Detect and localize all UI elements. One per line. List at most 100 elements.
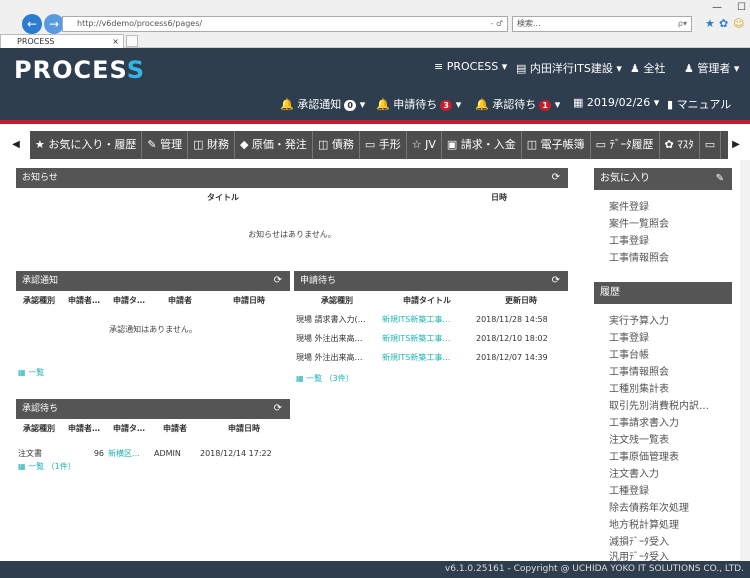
refresh-icon[interactable]: ⟳ — [552, 271, 560, 291]
favorite-item[interactable]: 案件登録 — [609, 198, 649, 213]
search-icon[interactable]: ρ▾ — [678, 17, 687, 31]
edit-icon[interactable]: ✎ — [716, 168, 724, 190]
approval-wait-count: 1 — [539, 100, 552, 111]
footer: v6.1.0.25161 - Copyright @ UCHIDA YOKO I… — [0, 561, 750, 578]
refresh-icon[interactable]: - ♂ — [490, 17, 503, 31]
database-icon: ≡ — [434, 60, 444, 73]
favorites-panel: お気に入り ✎ — [594, 168, 732, 190]
manual-link[interactable]: ▮ マニュアル — [667, 96, 731, 112]
history-item[interactable]: 減損ﾃﾞｰﾀ受入 — [609, 533, 669, 548]
table-row[interactable]: 現場 請求書入力(… 新規ITS新築工事… 2018/11/28 14:58 — [294, 310, 568, 329]
approval-notice-empty: 承認通知はありません。 — [109, 325, 197, 334]
scrollbar[interactable] — [740, 160, 750, 561]
requesting-list-link[interactable]: ▦ 一覧 （3件） — [296, 373, 354, 384]
smiley-icon[interactable]: ☺ — [733, 17, 744, 30]
menu-more[interactable]: ▭ — [700, 131, 722, 159]
history-item[interactable]: 工事登録 — [609, 329, 649, 344]
history-item[interactable]: 工事請求書入力 — [609, 414, 679, 429]
history-panel: 履歴 — [594, 282, 732, 304]
col-applicant: 申請者 — [163, 424, 187, 433]
company-select[interactable]: ▤ 内田洋行ITS建設 ▾ — [516, 60, 622, 76]
date-select[interactable]: ▦ 2019/02/26 ▾ — [573, 96, 659, 109]
history-item[interactable]: 工事情報照会 — [609, 363, 669, 378]
browser-chrome: — ☐ ✕ ← → http://v6demo/process6/pages/-… — [0, 0, 750, 48]
favorite-item[interactable]: 工事情報照会 — [609, 249, 669, 264]
history-item[interactable]: 工事台帳 — [609, 346, 649, 361]
menu-invoice[interactable]: ▣ 請求・入金 — [442, 131, 522, 159]
tab-close-icon[interactable]: × — [112, 35, 119, 48]
menu-favorites[interactable]: ★ お気に入り・履歴 — [30, 131, 143, 159]
forward-button[interactable]: → — [44, 14, 64, 34]
menu-master[interactable]: ✿ ﾏｽﾀ — [660, 131, 700, 159]
history-item[interactable]: 注文書入力 — [609, 465, 659, 480]
menu-scroll-right[interactable]: ▶ — [726, 131, 746, 159]
user-icon: ♟ — [684, 62, 694, 75]
history-item[interactable]: 除去債務年次処理 — [609, 499, 689, 514]
col-applicant-id: 申請者… — [68, 296, 100, 305]
table-row[interactable]: 注文書 96 新横区… ADMIN 2018/12/14 17:22 — [16, 438, 290, 463]
approval-notice-list-link[interactable]: ▦ 一覧 — [18, 367, 44, 378]
history-item[interactable]: 注文残一覧表 — [609, 431, 669, 446]
menu-finance[interactable]: ◫ 財務 — [188, 131, 235, 159]
menu-debt[interactable]: ◫ 債務 — [313, 131, 360, 159]
approval-notice-menu[interactable]: 🔔 承認通知 0 ▾ — [280, 96, 365, 112]
new-tab-button[interactable] — [126, 35, 138, 47]
home-icon[interactable]: ★ — [705, 17, 715, 30]
approval-wait-menu[interactable]: 🔔 承認待ち 1 ▾ — [475, 96, 560, 112]
table-row[interactable]: 現場 外注出来高… 新規ITS新築工事… 2018/12/10 18:02 — [294, 329, 568, 348]
menu-jv[interactable]: ☆ JV — [407, 131, 442, 159]
refresh-icon[interactable]: ⟳ — [274, 399, 282, 419]
logo: PROCESS — [14, 56, 145, 84]
app-header: PROCESS ≡ PROCESS ▾ ▤ 内田洋行ITS建設 ▾ ♟ 全社 ♟… — [0, 48, 750, 120]
main-menu-bar: ◀ ★ お気に入り・履歴 ✎ 管理 ◫ 財務 ◆ 原価・発注 ◫ 債務 ▭ 手形… — [0, 131, 750, 161]
system-select[interactable]: ≡ PROCESS ▾ — [434, 60, 507, 73]
building-icon: ▤ — [516, 62, 527, 75]
history-item[interactable]: 工種別集計表 — [609, 380, 669, 395]
address-bar[interactable]: http://v6demo/process6/pages/ - ♂ — [62, 16, 508, 32]
scope-select[interactable]: ♟ 全社 — [630, 60, 665, 76]
gear-icon[interactable]: ✿ — [719, 17, 728, 30]
col-app-date: 申請日時 — [228, 424, 260, 433]
requesting-menu[interactable]: 🔔 申請待ち 3 ▾ — [376, 96, 461, 112]
table-row[interactable]: 現場 外注出来高… 新規ITS新築工事… 2018/12/07 14:39 — [294, 348, 568, 367]
menu-cost-order[interactable]: ◆ 原価・発注 — [235, 131, 313, 159]
history-item[interactable]: 工種登録 — [609, 482, 649, 497]
favorites-title: お気に入り — [600, 173, 650, 184]
browser-tab[interactable]: PROCESS × — [0, 34, 124, 48]
notice-panel: お知らせ ⟳ タイトル 日時 お知らせはありません。 — [16, 168, 568, 258]
col-title: タイトル — [207, 193, 239, 202]
user-menu[interactable]: ♟ 管理者 ▾ — [684, 60, 739, 76]
menu-bill[interactable]: ▭ 手形 — [360, 131, 407, 159]
col-updated: 更新日時 — [505, 296, 537, 305]
history-item[interactable]: 工事原価管理表 — [609, 448, 679, 463]
col-type: 承認種別 — [321, 296, 353, 305]
approval-wait-panel: 承認待ち ⟳ 承認種別 申請者… 申請タ… 申請者 申請日時 注文書 96 新横区… — [16, 399, 290, 479]
menu-admin[interactable]: ✎ 管理 — [142, 131, 189, 159]
col-type: 承認種別 — [23, 424, 55, 433]
history-item[interactable]: 地方税計算処理 — [609, 516, 679, 531]
back-button[interactable]: ← — [22, 14, 42, 34]
menu-e-ledger[interactable]: ◫ 電子帳簿 — [522, 131, 591, 159]
maximize-button[interactable]: ☐ — [737, 2, 746, 13]
menu-scroll-left[interactable]: ◀ — [6, 131, 26, 159]
approval-notice-panel: 承認通知 ⟳ 承認種別 申請者… 申請タ… 申請者 申請日時 承認通知はありません… — [16, 271, 290, 383]
minimize-button[interactable]: — — [712, 2, 722, 13]
favorite-item[interactable]: 案件一覧照会 — [609, 215, 669, 230]
approval-wait-title: 承認待ち — [22, 404, 59, 414]
history-item[interactable]: 実行予算入力 — [609, 312, 669, 327]
search-placeholder: 検索... — [517, 19, 541, 28]
col-datetime: 日時 — [491, 193, 507, 202]
refresh-icon[interactable]: ⟳ — [552, 168, 560, 188]
favorite-item[interactable]: 工事登録 — [609, 232, 649, 247]
approval-notice-count: 0 — [344, 100, 357, 111]
history-item[interactable]: 取引先別消費税内訳… — [609, 397, 709, 412]
col-applicant-id: 申請者… — [68, 424, 100, 433]
requesting-panel: 申請待ち ⟳ 承認種別 申請タイトル 更新日時 現場 請求書入力(… 新規ITS新築… — [294, 271, 568, 391]
approval-wait-list-link[interactable]: ▦ 一覧 （1件） — [18, 461, 76, 472]
menu-data-history[interactable]: ▭ ﾃﾞｰﾀ履歴 — [591, 131, 660, 159]
requesting-title: 申請待ち — [300, 276, 337, 286]
refresh-icon[interactable]: ⟳ — [274, 271, 282, 291]
col-applicant: 申請者 — [168, 296, 192, 305]
browser-search[interactable]: 検索... ρ▾ — [512, 16, 692, 32]
approval-notice-title: 承認通知 — [22, 276, 59, 286]
